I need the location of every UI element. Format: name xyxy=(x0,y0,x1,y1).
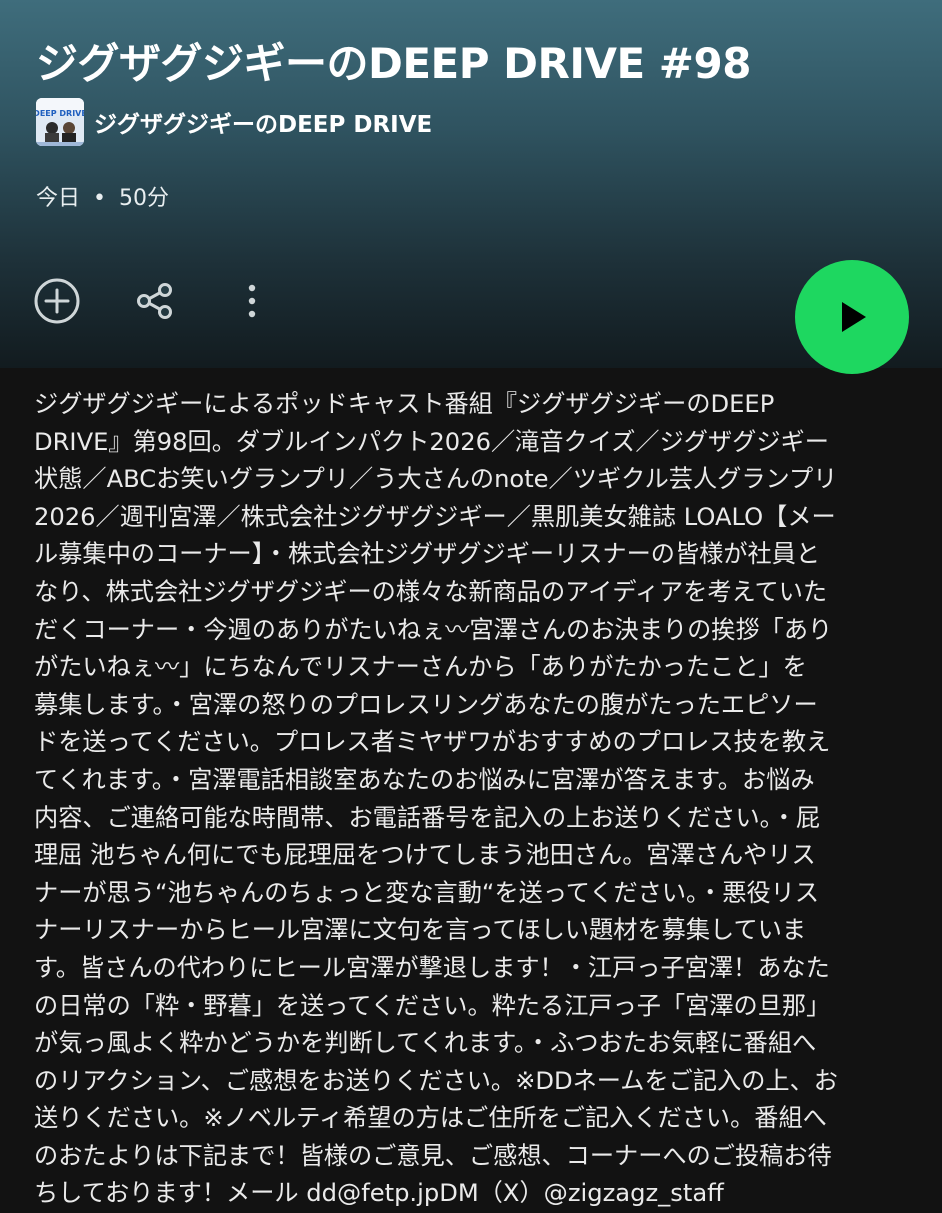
more-options-button[interactable] xyxy=(232,276,272,326)
episode-description: ジグザグジギーによるポッドキャスト番組『ジグザグジギーのDEEP DRIVE』第… xyxy=(34,390,838,1208)
episode-meta: 今日 • 50分 xyxy=(36,180,169,212)
svg-text:DEEP DRIVE: DEEP DRIVE xyxy=(36,109,84,118)
more-vertical-icon xyxy=(248,284,256,318)
episode-date: 今日 xyxy=(36,186,81,211)
share-button[interactable] xyxy=(130,276,180,326)
show-thumbnail[interactable]: DEEP DRIVE xyxy=(36,98,84,146)
episode-header: ジグザグジギーのDEEP DRIVE #98 DEEP DRIVE ジグザグジギ… xyxy=(0,0,942,374)
play-icon xyxy=(842,302,866,332)
show-link[interactable]: DEEP DRIVE ジグザグジギーのDEEP DRIVE xyxy=(36,98,432,146)
plus-circle-icon xyxy=(34,278,80,324)
meta-separator: • xyxy=(93,186,106,211)
add-to-library-button[interactable] xyxy=(32,276,82,326)
episode-title: ジグザグジギーのDEEP DRIVE #98 xyxy=(36,39,751,88)
share-icon xyxy=(137,283,172,319)
show-artwork-image: DEEP DRIVE xyxy=(36,98,84,146)
episode-actions xyxy=(0,260,942,374)
play-button[interactable] xyxy=(795,260,909,374)
show-name[interactable]: ジグザグジギーのDEEP DRIVE xyxy=(94,105,432,139)
episode-duration: 50分 xyxy=(119,186,169,211)
